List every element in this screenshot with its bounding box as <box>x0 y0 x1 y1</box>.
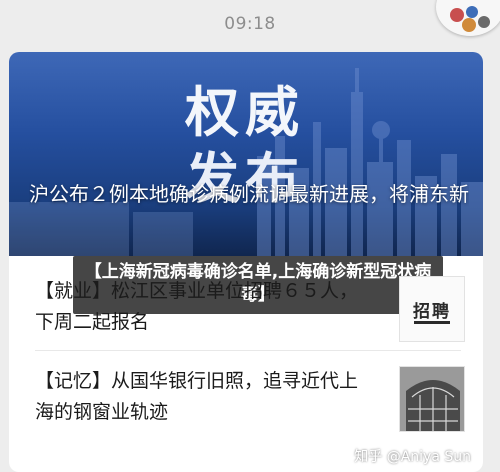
hero-banner[interactable]: 权威 发布 沪公布２例本地确诊病例流调最新进展，将浦东新区周浦镇明天华城小区列为… <box>9 52 483 256</box>
list-item-text: 【就业】松江区事业单位招聘６５人，下周二起报名 <box>35 280 359 333</box>
list-item-text: 【记忆】从国华银行旧照，追寻近代上海的钢窗业轨迹 <box>35 370 359 423</box>
article-title[interactable]: 沪公布２例本地确诊病例流调最新进展，将浦东新区周浦镇明天华城小区列为中风… <box>29 178 469 211</box>
thumbnail-label: 招聘 <box>413 301 451 322</box>
article-card[interactable]: 权威 发布 沪公布２例本地确诊病例流调最新进展，将浦东新区周浦镇明天华城小区列为… <box>9 52 483 472</box>
avatar-blue-dot <box>466 6 478 18</box>
building-photo-thumbnail <box>399 366 465 432</box>
avatar-red-dot <box>450 8 464 22</box>
divider <box>35 350 461 351</box>
avatar-gray-dot <box>478 16 490 28</box>
list-item[interactable]: 【记忆】从国华银行旧照，追寻近代上海的钢窗业轨迹 <box>35 366 465 452</box>
avatar-orange-dot <box>462 18 476 32</box>
watermark: 知乎 @Aniya Sun <box>354 449 471 465</box>
status-time: 09:18 <box>224 14 276 34</box>
recruit-thumbnail: 招聘 <box>399 276 465 342</box>
